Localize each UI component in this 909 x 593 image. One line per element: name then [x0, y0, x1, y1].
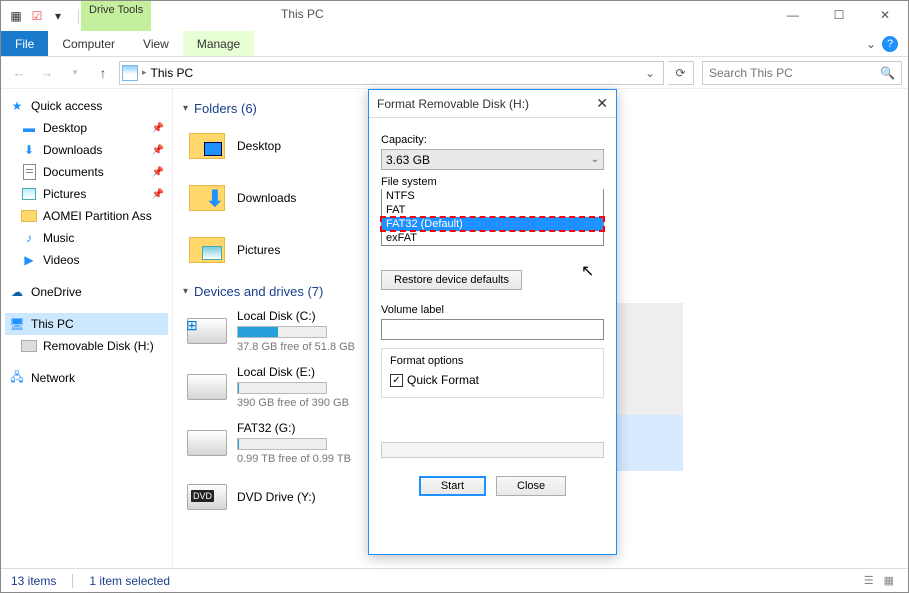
search-input[interactable]	[709, 66, 895, 80]
status-selection: 1 item selected	[89, 574, 170, 588]
folder-icon	[187, 126, 227, 166]
capacity-bar	[237, 382, 327, 394]
tree-this-pc[interactable]: 🖥This PC	[5, 313, 168, 335]
close-button[interactable]: ✕	[862, 1, 908, 29]
cloud-icon: ☁	[9, 284, 25, 300]
option-ntfs[interactable]: NTFS	[382, 189, 603, 203]
tab-computer[interactable]: Computer	[48, 31, 129, 56]
desktop-icon: ▬	[21, 120, 37, 136]
status-bar: 13 items 1 item selected ☰▦	[1, 568, 908, 592]
drive-icon: ⊞	[187, 311, 227, 351]
star-icon: ★	[9, 98, 25, 114]
checkbox-icon: ✓	[390, 374, 403, 387]
tree-quick-access[interactable]: ★Quick access	[5, 95, 168, 117]
drive-icon	[187, 423, 227, 463]
dialog-titlebar[interactable]: Format Removable Disk (H:) ✕	[369, 90, 616, 118]
tab-view[interactable]: View	[129, 31, 183, 56]
tree-onedrive[interactable]: ☁OneDrive	[5, 281, 168, 303]
pin-icon: 📌	[152, 145, 164, 156]
minimize-button[interactable]: —	[770, 1, 816, 29]
dialog-close-icon[interactable]: ✕	[596, 95, 608, 112]
tree-network[interactable]: 🖧Network	[5, 367, 168, 389]
tree-pictures[interactable]: Pictures📌	[5, 183, 168, 205]
pin-icon: 📌	[152, 167, 164, 178]
pc-icon: 🖥	[9, 316, 25, 332]
pc-icon	[122, 65, 138, 81]
capacity-label: Capacity:	[381, 134, 604, 146]
pin-icon: 📌	[152, 189, 164, 200]
tree-music[interactable]: ♪Music	[5, 227, 168, 249]
dialog-title: Format Removable Disk (H:)	[377, 97, 529, 111]
recent-dropdown-icon[interactable]: ▾	[63, 61, 87, 85]
download-icon: ⬇	[21, 142, 37, 158]
back-button[interactable]: ←	[7, 61, 31, 85]
maximize-button[interactable]: ☐	[816, 1, 862, 29]
address-bar[interactable]: ▸ This PC ⌄	[119, 61, 664, 85]
refresh-button[interactable]: ⟳	[668, 61, 694, 85]
document-icon	[21, 164, 37, 180]
start-button[interactable]: Start	[419, 476, 486, 496]
address-dropdown-icon[interactable]: ⌄	[639, 66, 661, 80]
ribbon-expand-icon[interactable]: ⌄	[866, 37, 876, 51]
capacity-bar	[237, 326, 327, 338]
drive-icon	[21, 338, 37, 354]
folder-icon	[187, 230, 227, 270]
format-options-label: Format options	[390, 355, 595, 367]
pin-icon: 📌	[152, 123, 164, 134]
ribbon-context-drive-tools: Drive Tools	[81, 1, 151, 31]
option-fat[interactable]: FAT	[382, 203, 603, 217]
format-options-group: Format options ✓Quick Format	[381, 348, 604, 398]
music-icon: ♪	[21, 230, 37, 246]
tree-videos[interactable]: ▶Videos	[5, 249, 168, 271]
capacity-select[interactable]: 3.63 GB⌄	[381, 149, 604, 170]
network-icon: 🖧	[9, 370, 25, 386]
breadcrumb-sep-icon[interactable]: ▸	[142, 67, 147, 78]
folder-icon	[187, 178, 227, 218]
tree-aomei[interactable]: AOMEI Partition Ass	[5, 205, 168, 227]
dvd-icon	[187, 477, 227, 517]
view-switcher[interactable]: ☰▦	[860, 572, 898, 589]
tab-manage[interactable]: Manage	[183, 31, 254, 56]
tree-removable-disk[interactable]: Removable Disk (H:)	[5, 335, 168, 357]
restore-defaults-button[interactable]: Restore device defaults	[381, 270, 522, 290]
picture-icon	[21, 186, 37, 202]
search-icon: 🔍	[880, 66, 895, 80]
capacity-bar	[237, 438, 327, 450]
volume-label-label: Volume label	[381, 304, 604, 316]
volume-label-input[interactable]	[381, 319, 604, 340]
filesystem-dropdown[interactable]: NTFS FAT FAT32 (Default) exFAT	[381, 189, 604, 246]
ribbon: File Computer View Manage ⌄ ?	[1, 31, 908, 57]
tree-documents[interactable]: Documents📌	[5, 161, 168, 183]
chevron-down-icon: ⌄	[591, 154, 599, 165]
quick-format-checkbox[interactable]: ✓Quick Format	[390, 373, 595, 387]
details-view-icon[interactable]: ☰	[860, 572, 878, 589]
format-progress-bar	[381, 442, 604, 458]
tree-downloads[interactable]: ⬇Downloads📌	[5, 139, 168, 161]
folder-icon	[21, 208, 37, 224]
tab-file[interactable]: File	[1, 31, 48, 56]
close-button[interactable]: Close	[496, 476, 566, 496]
tiles-view-icon[interactable]: ▦	[880, 572, 898, 589]
help-icon[interactable]: ?	[882, 36, 898, 52]
tree-desktop[interactable]: ▬Desktop📌	[5, 117, 168, 139]
forward-button[interactable]: →	[35, 61, 59, 85]
status-item-count: 13 items	[11, 574, 56, 588]
drive-icon	[187, 367, 227, 407]
format-dialog: Format Removable Disk (H:) ✕ Capacity: 3…	[368, 89, 617, 555]
navigation-bar: ← → ▾ ↑ ▸ This PC ⌄ ⟳ 🔍	[1, 57, 908, 89]
breadcrumb[interactable]: This PC	[151, 66, 635, 80]
video-icon: ▶	[21, 252, 37, 268]
option-exfat[interactable]: exFAT	[382, 231, 603, 245]
option-fat32[interactable]: FAT32 (Default)	[382, 217, 603, 231]
navigation-pane[interactable]: ★Quick access ▬Desktop📌 ⬇Downloads📌 Docu…	[1, 89, 173, 589]
up-button[interactable]: ↑	[91, 61, 115, 85]
filesystem-label: File system	[381, 176, 604, 188]
search-box[interactable]: 🔍	[702, 61, 902, 85]
window-controls: — ☐ ✕	[770, 1, 908, 29]
titlebar: ▦ ☑ ▾ │ Drive Tools This PC — ☐ ✕	[1, 1, 908, 31]
window-title: This PC	[281, 7, 324, 21]
